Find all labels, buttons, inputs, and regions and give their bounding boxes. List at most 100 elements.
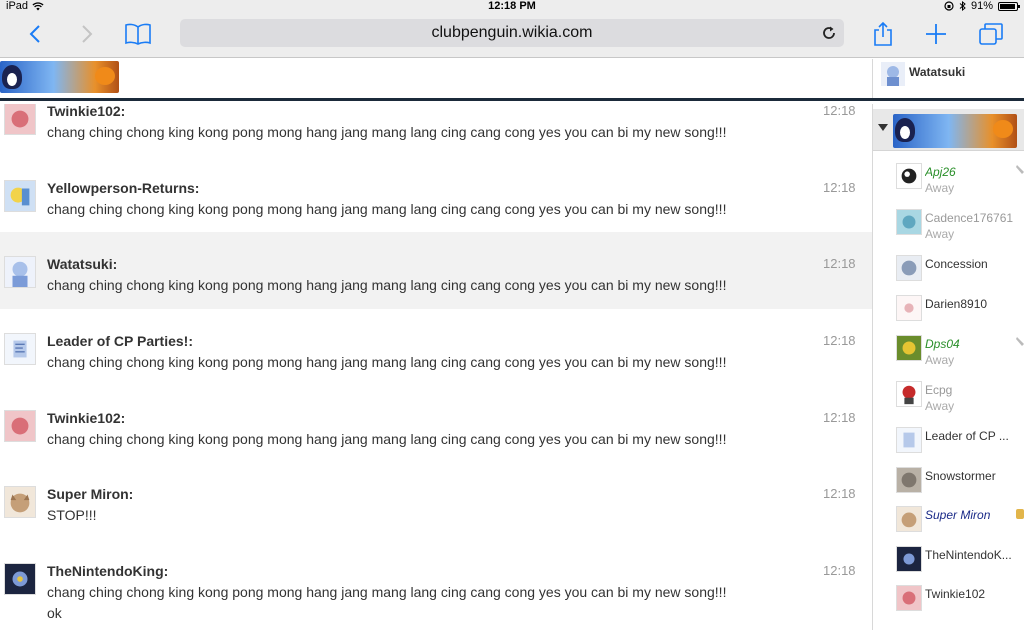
message-text: chang ching chong king kong pong mong ha…	[47, 431, 727, 447]
chat-message: Watatsuki: chang ching chong king kong p…	[0, 256, 872, 333]
user-name: Apj26	[925, 165, 956, 179]
new-tab-button[interactable]	[921, 20, 951, 48]
chat-header: Watatsuki	[0, 59, 1024, 101]
message-time: 12:18	[823, 410, 856, 425]
share-icon	[874, 21, 892, 46]
user-list-item[interactable]: Twinkie102	[873, 585, 1024, 625]
avatar	[896, 335, 922, 361]
message-user[interactable]: Yellowperson-Returns:	[47, 180, 199, 196]
avatar	[896, 467, 922, 493]
chat-message: TheNintendoKing: chang ching chong king …	[0, 563, 872, 630]
message-user[interactable]: Super Miron:	[47, 486, 133, 502]
message-user[interactable]: Leader of CP Parties!:	[47, 333, 193, 349]
user-name: TheNintendoK...	[925, 548, 1012, 562]
wiki-logo	[893, 114, 1017, 148]
chat-message: Super Miron: STOP!!! 12:18	[0, 486, 872, 563]
message-time: 12:18	[823, 333, 856, 348]
message-text: ok	[47, 605, 62, 621]
message-text: chang ching chong king kong pong mong ha…	[47, 124, 727, 140]
message-text: chang ching chong king kong pong mong ha…	[47, 277, 727, 293]
address-bar[interactable]: clubpenguin.wikia.com	[180, 19, 844, 47]
user-status: Away	[925, 227, 955, 241]
forward-button[interactable]	[72, 20, 102, 48]
tabs-button[interactable]	[976, 20, 1006, 48]
chat-message: Leader of CP Parties!: chang ching chong…	[0, 333, 872, 410]
avatar	[896, 209, 922, 235]
wiki-logo[interactable]	[0, 61, 119, 93]
status-time: 12:18 PM	[488, 0, 536, 12]
pumpkin-logo-icon	[993, 120, 1013, 138]
message-user[interactable]: Twinkie102:	[47, 104, 125, 119]
avatar	[4, 256, 36, 288]
user-status: Away	[925, 181, 955, 195]
staff-badge-icon	[1016, 509, 1024, 519]
message-time: 12:18	[823, 104, 856, 118]
share-button[interactable]	[868, 20, 898, 48]
user-list: Apj26 Away Cadence176761 Away Concession…	[872, 104, 1024, 630]
back-button[interactable]	[20, 20, 50, 48]
avatar	[4, 104, 36, 135]
message-user[interactable]: Watatsuki:	[47, 256, 117, 272]
avatar	[881, 62, 905, 86]
bluetooth-icon	[959, 1, 966, 11]
browser-toolbar: clubpenguin.wikia.com	[0, 12, 1024, 58]
avatar	[896, 381, 922, 407]
message-time: 12:18	[823, 486, 856, 501]
avatar	[4, 180, 36, 212]
user-list-item[interactable]: Snowstormer	[873, 467, 1024, 507]
message-user[interactable]: TheNintendoKing:	[47, 563, 168, 579]
avatar	[896, 506, 922, 532]
chevron-right-icon	[82, 25, 93, 43]
battery-fill	[1000, 3, 1015, 9]
avatar	[896, 427, 922, 453]
current-user[interactable]: Watatsuki	[872, 59, 1024, 98]
user-name: Twinkie102	[925, 587, 986, 601]
user-list-item[interactable]: Super Miron	[873, 506, 1024, 546]
user-list-item[interactable]: Dps04 Away	[873, 335, 1024, 375]
message-user[interactable]: Twinkie102:	[47, 410, 125, 426]
caret-down-icon[interactable]	[878, 124, 888, 131]
user-name: Darien8910	[925, 297, 988, 311]
user-list-item[interactable]: Concession	[873, 255, 1024, 295]
avatar	[4, 486, 36, 518]
avatar	[4, 563, 36, 595]
user-list-item[interactable]: Darien8910	[873, 295, 1024, 335]
book-icon	[125, 23, 151, 45]
user-name: Concession	[925, 257, 988, 271]
user-name: Dps04	[925, 337, 960, 351]
reload-icon[interactable]	[821, 25, 837, 41]
user-name: Leader of CP ...	[925, 429, 1009, 443]
message-text: chang ching chong king kong pong mong ha…	[47, 354, 727, 370]
avatar	[896, 585, 922, 611]
battery-percent: 91%	[970, 0, 993, 12]
avatar	[896, 255, 922, 281]
battery-icon	[998, 1, 1020, 11]
avatar	[896, 163, 922, 189]
chat-message: Twinkie102: chang ching chong king kong …	[0, 104, 872, 180]
status-bar: iPad 12:18 PM 91%	[0, 0, 1024, 12]
user-list-item[interactable]: TheNintendoK...	[873, 546, 1024, 586]
user-list-item[interactable]: Apj26 Away	[873, 163, 1024, 203]
message-time: 12:18	[823, 180, 856, 195]
room-header[interactable]	[873, 109, 1024, 151]
message-text: chang ching chong king kong pong mong ha…	[47, 201, 727, 217]
penguin-logo-icon	[895, 118, 915, 142]
avatar	[896, 295, 922, 321]
user-list-item[interactable]: Ecpg Away	[873, 381, 1024, 421]
user-name: Super Miron	[925, 508, 991, 522]
current-user-name: Watatsuki	[909, 65, 966, 79]
user-name: Snowstormer	[925, 469, 996, 483]
message-text: chang ching chong king kong pong mong ha…	[47, 584, 727, 600]
pumpkin-logo-icon	[95, 67, 115, 85]
url-text: clubpenguin.wikia.com	[431, 24, 593, 41]
chat-log: Twinkie102: chang ching chong king kong …	[0, 104, 872, 630]
tabs-icon	[979, 23, 1003, 45]
user-list-item[interactable]: Leader of CP ...	[873, 427, 1024, 467]
avatar	[4, 410, 36, 442]
orientation-lock-icon	[944, 1, 954, 11]
bookmarks-button[interactable]	[123, 20, 153, 48]
user-list-item[interactable]: Cadence176761 Away	[873, 209, 1024, 249]
user-status: Away	[925, 399, 955, 413]
chevron-left-icon	[29, 25, 40, 43]
user-name: Cadence176761	[925, 211, 1014, 225]
